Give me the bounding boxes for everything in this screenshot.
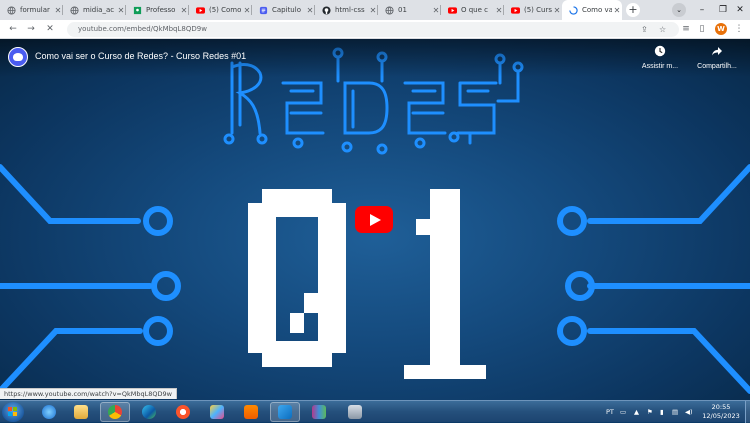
volume-icon[interactable]: ◀) — [685, 401, 693, 423]
video-title[interactable]: Como vai ser o Curso de Redes? - Curso R… — [35, 48, 246, 64]
explorer-icon[interactable] — [66, 402, 96, 422]
stop-button[interactable]: ✕ — [43, 22, 57, 36]
windows-taskbar: PT ▭ ▲ ⚑ ▮ ▤ ◀) 20:55 12/05/2023 — [0, 400, 750, 423]
tab-3[interactable]: Professo ✕ — [126, 0, 189, 20]
tab-strip: formular ✕ midia_ac ✕ Professo ✕ (5) Com… — [0, 0, 750, 20]
clock-icon — [633, 45, 687, 59]
play-icon — [370, 214, 381, 226]
url-text[interactable]: youtube.com/embed/QkMbqL8QD9w — [78, 22, 207, 37]
tab-6[interactable]: html-css ✕ — [315, 0, 378, 20]
tab-title: (5) Como — [209, 6, 242, 14]
tab-5[interactable]: Capitulo ✕ — [252, 0, 315, 20]
clock-time: 20:55 — [711, 403, 731, 411]
document-icon — [259, 6, 268, 15]
back-button[interactable]: ← — [6, 22, 20, 36]
tab-search-icon[interactable]: ⌄ — [672, 3, 686, 17]
youtube-icon — [448, 6, 457, 15]
clock-date: 12/05/2023 — [702, 412, 740, 420]
share-button[interactable]: Compartilh... — [690, 45, 744, 72]
play-button[interactable] — [355, 206, 393, 233]
battery-icon[interactable]: ▮ — [660, 401, 664, 423]
profile-avatar[interactable]: W — [715, 23, 727, 35]
tab-title: formular — [20, 6, 50, 14]
tab-9[interactable]: (5) Curs ✕ — [504, 0, 562, 20]
big-zero-digit — [248, 189, 346, 367]
tab-title: Como va — [582, 6, 612, 14]
start-button[interactable] — [2, 402, 24, 422]
close-icon[interactable]: ✕ — [612, 6, 622, 15]
chrome-icon[interactable] — [100, 402, 130, 422]
channel-avatar[interactable] — [8, 47, 28, 67]
keyboard-icon[interactable]: ▭ — [620, 401, 626, 423]
forward-button[interactable]: → — [24, 22, 38, 36]
loading-icon — [569, 5, 578, 15]
big-one-digit — [404, 189, 486, 379]
github-icon — [322, 5, 331, 15]
circuit-left — [0, 164, 181, 394]
watch-later-label: Assistir m... — [641, 63, 679, 70]
link-status-bar: https://www.youtube.com/watch?v=QkMbqL8Q… — [0, 388, 177, 399]
share-arrow-icon — [690, 45, 744, 59]
tab-title: 01 — [398, 6, 407, 14]
system-clock[interactable]: 20:55 12/05/2023 — [700, 403, 742, 421]
tab-4[interactable]: (5) Como ✕ — [189, 0, 252, 20]
globe-icon — [385, 5, 394, 15]
edge-icon[interactable] — [134, 402, 164, 422]
tab-title: (5) Curs — [524, 6, 552, 14]
tab-7[interactable]: 01 ✕ — [378, 0, 441, 20]
tab-title: midia_ac — [83, 6, 115, 14]
vlc-icon[interactable] — [236, 402, 266, 422]
show-hidden-icons-icon[interactable]: ▲ — [634, 401, 639, 423]
paint-icon[interactable] — [202, 402, 232, 422]
tab-1[interactable]: formular ✕ — [0, 0, 63, 20]
tab-title: O que c — [461, 6, 488, 14]
bookmark-star-icon[interactable]: ☆ — [659, 22, 666, 37]
winrar-icon[interactable] — [304, 402, 334, 422]
close-icon[interactable]: ✕ — [552, 6, 562, 15]
menu-icon[interactable]: ⋮ — [733, 23, 745, 36]
tab-title: Professo — [146, 6, 176, 14]
vscode-icon[interactable] — [270, 402, 300, 422]
windows-logo-icon — [8, 407, 18, 417]
language-indicator[interactable]: PT — [606, 401, 614, 423]
share-page-icon[interactable]: ⇪ — [641, 22, 648, 37]
new-tab-button[interactable]: + — [626, 3, 640, 17]
watch-later-button[interactable]: Assistir m... — [633, 45, 687, 72]
youtube-icon — [196, 6, 205, 15]
brave-icon[interactable] — [168, 402, 198, 422]
browser-toolbar: ← → ✕ youtube.com/embed/QkMbqL8QD9w ⇪ ☆ … — [0, 20, 750, 39]
tab-active[interactable]: Como va ✕ — [562, 0, 622, 20]
tab-8[interactable]: O que c ✕ — [441, 0, 504, 20]
tab-2[interactable]: midia_ac ✕ — [63, 0, 126, 20]
show-desktop-button[interactable] — [745, 401, 750, 423]
ie-icon[interactable] — [34, 402, 64, 422]
youtube-icon — [511, 6, 520, 15]
share-label: Compartilh... — [697, 63, 737, 70]
network-icon[interactable] — [340, 402, 370, 422]
address-bar[interactable]: youtube.com/embed/QkMbqL8QD9w ⇪ ☆ — [67, 22, 679, 37]
classroom-icon — [133, 6, 142, 15]
globe-icon — [70, 5, 79, 15]
close-window-button[interactable]: ✕ — [730, 0, 750, 20]
action-center-flag-icon[interactable]: ⚑ — [647, 401, 653, 423]
youtube-embed-player[interactable]: Como vai ser o Curso de Redes? - Curso R… — [0, 39, 750, 400]
side-panel-icon[interactable]: ▯ — [696, 23, 708, 36]
globe-icon — [7, 5, 16, 15]
tab-title: Capitulo — [272, 6, 301, 14]
tab-title: html-css — [335, 6, 365, 14]
network-status-icon[interactable]: ▤ — [672, 401, 678, 423]
reading-list-icon[interactable]: ≡ — [680, 23, 692, 36]
circuit-right — [557, 164, 750, 394]
